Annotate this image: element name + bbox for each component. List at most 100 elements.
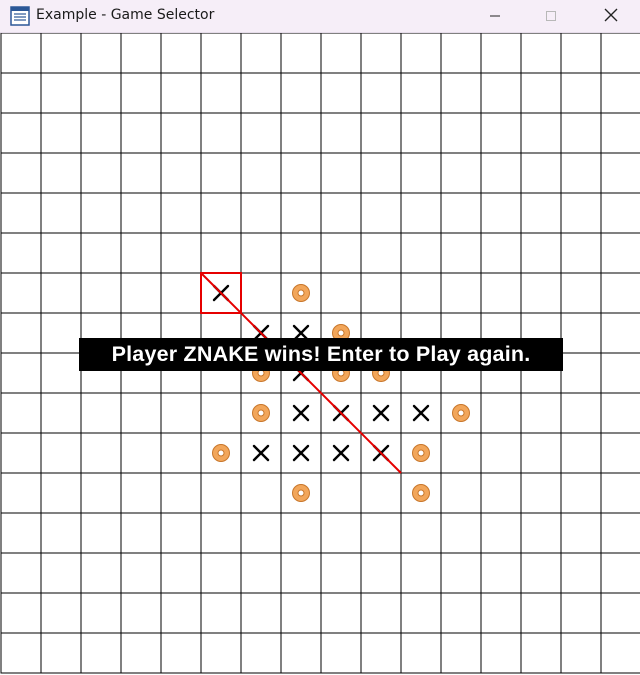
board-cell[interactable] — [40, 272, 82, 314]
board-cell[interactable] — [520, 512, 562, 554]
board-cell[interactable] — [80, 592, 122, 634]
board-cell[interactable] — [560, 632, 602, 674]
board-cell[interactable] — [0, 272, 42, 314]
board-cell[interactable] — [360, 472, 402, 514]
board-cell[interactable] — [360, 592, 402, 634]
board-cell[interactable] — [600, 472, 640, 514]
board-cell[interactable] — [0, 72, 42, 114]
board-cell[interactable] — [200, 72, 242, 114]
board-cell[interactable] — [480, 552, 522, 594]
board-cell[interactable] — [520, 72, 562, 114]
board-cell[interactable] — [480, 592, 522, 634]
board-cell[interactable] — [600, 632, 640, 674]
board-cell[interactable] — [280, 232, 322, 274]
board-cell[interactable] — [200, 552, 242, 594]
board-cell[interactable] — [440, 472, 482, 514]
board-cell[interactable] — [360, 152, 402, 194]
board-cell[interactable] — [0, 112, 42, 154]
board-cell[interactable] — [400, 192, 442, 234]
board-cell[interactable] — [160, 272, 202, 314]
title-bar[interactable]: Example - Game Selector — [0, 0, 640, 33]
board-cell[interactable] — [360, 72, 402, 114]
board-cell[interactable] — [320, 72, 362, 114]
board-cell[interactable] — [240, 272, 282, 314]
board-cell[interactable] — [40, 72, 82, 114]
board-cell[interactable] — [440, 152, 482, 194]
board-cell[interactable] — [160, 512, 202, 554]
board-cell[interactable] — [200, 152, 242, 194]
board-cell[interactable] — [80, 512, 122, 554]
board-cell[interactable] — [240, 33, 282, 74]
board-cell[interactable] — [120, 33, 162, 74]
board-cell[interactable] — [560, 472, 602, 514]
board-cell[interactable] — [520, 392, 562, 434]
board-cell[interactable] — [400, 512, 442, 554]
board-cell[interactable] — [320, 232, 362, 274]
board-cell[interactable] — [200, 512, 242, 554]
board-cell[interactable] — [400, 272, 442, 314]
board-cell[interactable] — [200, 33, 242, 74]
board-cell[interactable] — [40, 552, 82, 594]
board-cell[interactable] — [480, 392, 522, 434]
board-cell[interactable] — [80, 272, 122, 314]
board-cell[interactable] — [480, 112, 522, 154]
board-cell[interactable] — [280, 112, 322, 154]
board-cell[interactable] — [520, 192, 562, 234]
board-cell[interactable] — [440, 72, 482, 114]
board-cell[interactable] — [600, 192, 640, 234]
board-cell[interactable] — [440, 33, 482, 74]
board-cell[interactable] — [240, 72, 282, 114]
board-cell[interactable] — [40, 312, 82, 354]
board-cell[interactable] — [560, 512, 602, 554]
board-cell[interactable] — [520, 33, 562, 74]
board-cell[interactable] — [440, 432, 482, 474]
board-cell[interactable] — [280, 632, 322, 674]
board-cell[interactable] — [40, 192, 82, 234]
board-cell[interactable] — [40, 152, 82, 194]
board-cell[interactable] — [200, 112, 242, 154]
board-cell[interactable] — [320, 112, 362, 154]
board-cell[interactable] — [40, 512, 82, 554]
board-cell[interactable] — [360, 632, 402, 674]
board-cell[interactable] — [480, 33, 522, 74]
board-cell[interactable] — [400, 552, 442, 594]
board-cell[interactable] — [480, 512, 522, 554]
board-cell[interactable] — [520, 592, 562, 634]
board-cell[interactable] — [440, 592, 482, 634]
board-cell[interactable] — [40, 632, 82, 674]
board-cell[interactable] — [520, 152, 562, 194]
board-cell[interactable] — [200, 592, 242, 634]
board-cell[interactable] — [40, 472, 82, 514]
board-cell[interactable] — [320, 512, 362, 554]
board-cell[interactable] — [280, 592, 322, 634]
board-cell[interactable] — [120, 392, 162, 434]
board-cell[interactable] — [360, 192, 402, 234]
board-cell[interactable] — [520, 472, 562, 514]
board-cell[interactable] — [480, 432, 522, 474]
board-cell[interactable] — [600, 592, 640, 634]
board-cell[interactable] — [280, 152, 322, 194]
board-cell[interactable] — [320, 192, 362, 234]
board-cell[interactable] — [600, 432, 640, 474]
board-cell[interactable] — [600, 152, 640, 194]
board-cell[interactable] — [160, 33, 202, 74]
board-cell[interactable] — [440, 512, 482, 554]
board-cell[interactable] — [40, 352, 82, 394]
board-cell[interactable] — [80, 232, 122, 274]
board-cell[interactable] — [320, 552, 362, 594]
board-cell[interactable] — [560, 232, 602, 274]
board-cell[interactable] — [480, 192, 522, 234]
board-cell[interactable] — [440, 192, 482, 234]
minimize-button[interactable] — [472, 0, 518, 32]
board-cell[interactable] — [480, 232, 522, 274]
board-cell[interactable] — [0, 152, 42, 194]
board-cell[interactable] — [520, 432, 562, 474]
board-cell[interactable] — [80, 632, 122, 674]
board-cell[interactable] — [560, 112, 602, 154]
board-cell[interactable] — [400, 152, 442, 194]
board-cell[interactable] — [600, 552, 640, 594]
board-cell[interactable] — [0, 512, 42, 554]
board-cell[interactable] — [40, 432, 82, 474]
board-cell[interactable] — [80, 72, 122, 114]
board-cell[interactable] — [120, 112, 162, 154]
